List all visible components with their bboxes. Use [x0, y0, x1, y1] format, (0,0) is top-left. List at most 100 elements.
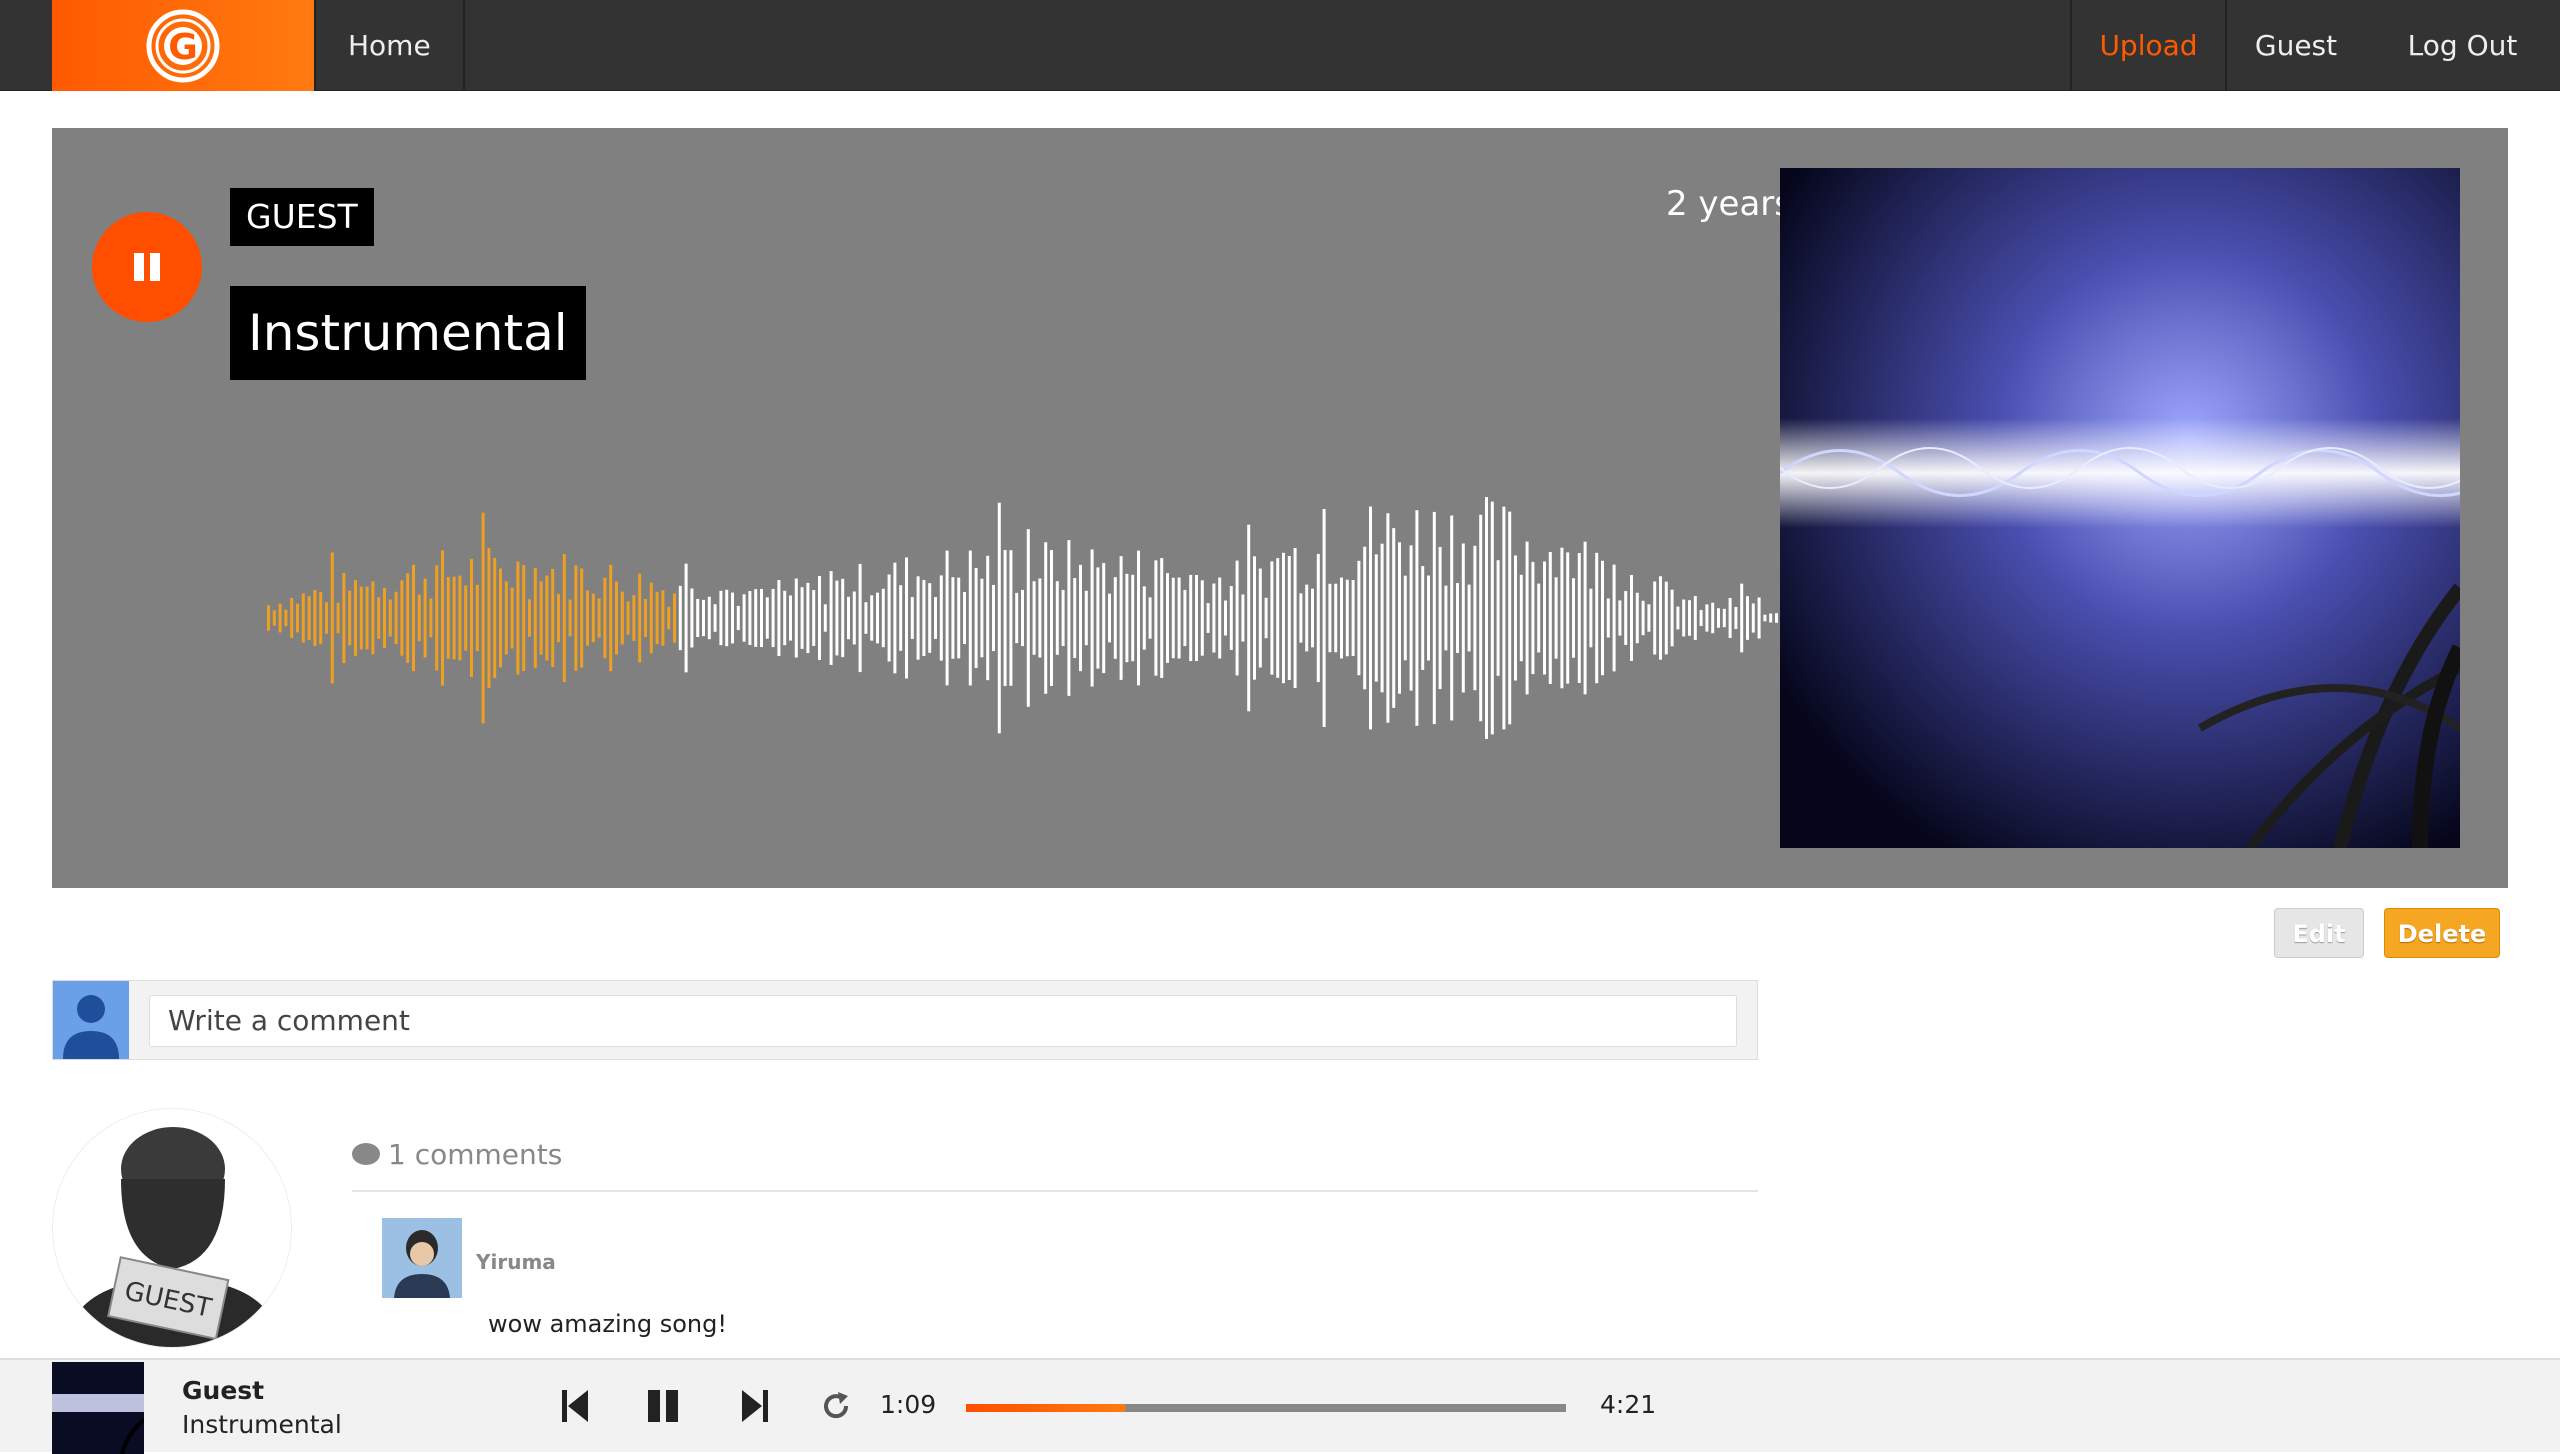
waveform-bar: [1717, 608, 1720, 628]
waveform-bar: [1171, 577, 1175, 659]
waveform-bar: [1583, 541, 1587, 695]
waveform-bar: [1722, 608, 1726, 628]
waveform-bar: [452, 576, 456, 660]
waveform-bar: [464, 585, 468, 651]
waveform-bar: [522, 565, 526, 671]
waveform-bar: [1154, 560, 1158, 676]
waveform-bar: [365, 586, 369, 650]
waveform-bar: [1276, 558, 1280, 678]
nav-logout-link[interactable]: Log Out: [2365, 0, 2560, 91]
waveform-bar: [1572, 578, 1575, 658]
waveform-bar: [1293, 547, 1297, 689]
waveform-bar: [678, 585, 682, 651]
waveform-bar: [545, 575, 549, 661]
waveform-bar: [957, 577, 961, 659]
next-button[interactable]: [738, 1386, 770, 1426]
waveform-bar: [1398, 542, 1401, 694]
waveform-bar: [510, 587, 514, 649]
waveform-bar: [1380, 543, 1384, 693]
waveform-bar: [539, 581, 543, 655]
player-pause-button[interactable]: [646, 1386, 682, 1426]
nav-guest-link[interactable]: Guest: [2227, 0, 2365, 91]
waveform-bar: [1229, 586, 1233, 650]
waveform-bar: [992, 584, 995, 652]
track-artist[interactable]: GUEST: [230, 188, 374, 246]
waveform-bar: [1073, 578, 1077, 658]
waveform-bar: [1670, 589, 1674, 647]
waveform-bar: [1711, 602, 1715, 634]
waveform-bar: [1322, 508, 1326, 728]
waveform-bar: [980, 578, 984, 658]
comment-bubble-icon: [352, 1143, 380, 1165]
player-bar: Guest Instrumental 1:09 4:21: [0, 1358, 2560, 1454]
waveform-bar: [267, 605, 270, 631]
waveform-bar: [852, 591, 856, 645]
edit-button[interactable]: Edit: [2274, 908, 2364, 958]
comment-username[interactable]: Yiruma: [476, 1250, 556, 1274]
waveform-bar: [1624, 591, 1628, 645]
waveform-bar: [1485, 497, 1488, 739]
waveform-bar: [806, 582, 810, 654]
profile-avatar[interactable]: GUEST: [52, 1108, 292, 1348]
waveform-bar: [574, 565, 578, 671]
nav-home-link[interactable]: Home: [314, 0, 465, 91]
repeat-icon[interactable]: [820, 1390, 852, 1422]
waveform-bar: [997, 502, 1001, 734]
waveform-bar: [812, 590, 816, 646]
waveform-bar: [1560, 547, 1564, 689]
waveform-bar: [1079, 564, 1082, 672]
comment-input[interactable]: Write a comment: [149, 995, 1737, 1047]
waveform-bar: [1305, 584, 1309, 652]
nav-upload-link[interactable]: Upload: [2070, 0, 2227, 91]
waveform-bar: [400, 580, 404, 656]
waveform-bar: [1577, 553, 1581, 683]
waveform-bar: [864, 602, 868, 634]
waveform-bar: [1212, 583, 1216, 653]
waveform-bar: [1647, 604, 1651, 632]
pause-icon: [134, 253, 144, 281]
waveform-bar: [1351, 580, 1355, 656]
delete-button[interactable]: Delete: [2384, 908, 2500, 958]
waveform-bar: [1653, 581, 1657, 655]
comment-text: wow amazing song!: [488, 1310, 727, 1338]
waveform[interactable]: [212, 428, 1812, 808]
waveform-bar: [394, 591, 398, 645]
waveform-bar: [783, 590, 787, 646]
pause-button[interactable]: [92, 212, 202, 322]
waveform-bar: [1299, 593, 1303, 643]
waveform-bar: [1142, 586, 1146, 650]
waveform-bar: [707, 596, 711, 640]
player-thumbnail[interactable]: [52, 1362, 144, 1454]
waveform-bar: [1015, 592, 1019, 644]
waveform-bar: [1612, 564, 1616, 672]
commenter-avatar[interactable]: [382, 1218, 462, 1298]
logo[interactable]: G: [52, 0, 314, 91]
waveform-bar: [1537, 583, 1541, 653]
waveform-bar: [1409, 545, 1413, 691]
waveform-bar: [586, 590, 589, 646]
waveform-bar: [638, 573, 642, 663]
waveform-bar: [1525, 541, 1529, 695]
waveform-bar: [1543, 561, 1546, 675]
waveform-bar: [1003, 549, 1007, 687]
waveform-bar: [609, 564, 613, 672]
previous-button[interactable]: [560, 1386, 592, 1426]
waveform-bar: [580, 568, 584, 668]
top-nav: G Home Upload Guest Log Out: [0, 0, 2560, 91]
waveform-bar: [1682, 599, 1686, 637]
waveform-bar: [1270, 561, 1274, 675]
waveform-bar: [939, 575, 943, 661]
player-artist[interactable]: Guest: [182, 1376, 264, 1405]
waveform-bar: [557, 593, 560, 643]
waveform-bar: [1589, 588, 1593, 648]
player-title[interactable]: Instrumental: [182, 1410, 342, 1439]
waveform-bar: [1659, 576, 1662, 660]
progress-bar[interactable]: [966, 1404, 1566, 1412]
waveform-bar: [742, 594, 746, 642]
waveform-bar: [1160, 558, 1164, 678]
waveform-bar: [934, 597, 937, 639]
waveform-bar: [1195, 575, 1198, 661]
waveform-bar: [684, 563, 688, 673]
waveform-bar: [1369, 506, 1372, 730]
waveform-bar: [1444, 585, 1448, 651]
